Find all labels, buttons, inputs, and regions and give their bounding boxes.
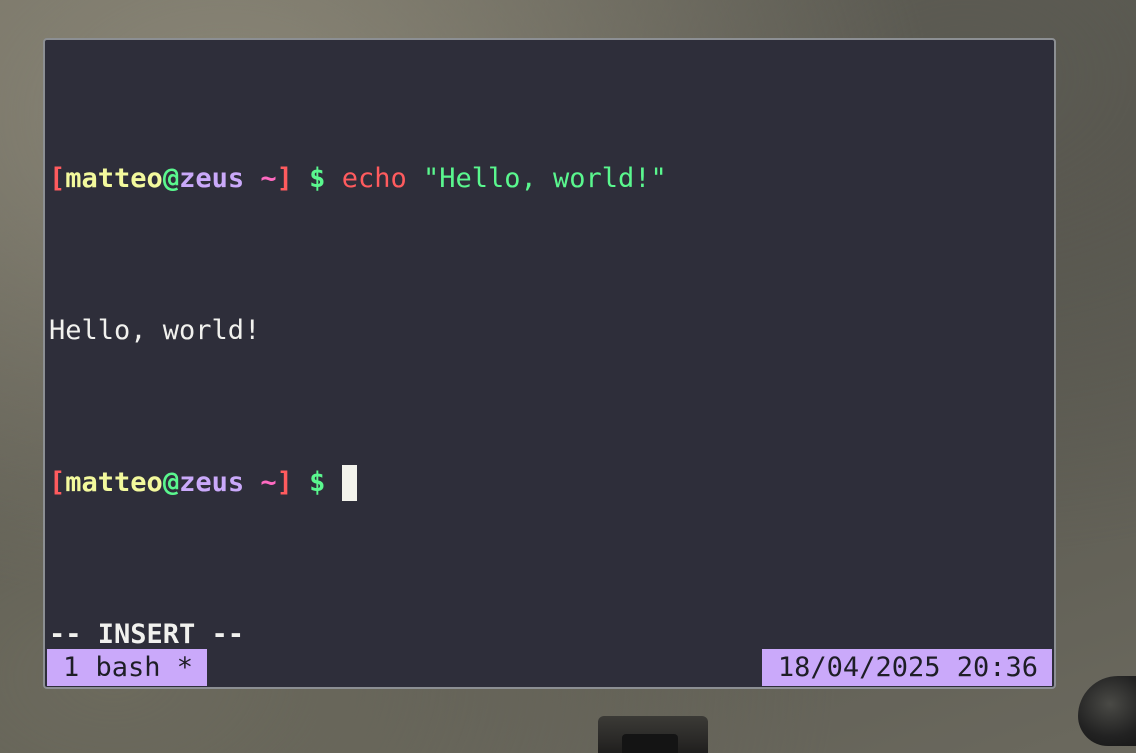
wallpaper-decoration (598, 716, 708, 753)
prompt-at: @ (162, 467, 180, 498)
text-cursor[interactable] (341, 465, 357, 501)
prompt-dir: ~ (244, 467, 277, 498)
prompt-symbol: $ (309, 467, 326, 498)
prompt-open-bracket: [ (49, 467, 66, 498)
prompt-open-bracket: [ (49, 163, 66, 194)
command-name: echo (341, 163, 407, 194)
prompt-symbol: $ (309, 163, 326, 194)
command-line: [matteo @ zeus ~] $ echo "Hello, world!" (49, 160, 1050, 198)
terminal-window[interactable]: [matteo @ zeus ~] $ echo "Hello, world!" H… (43, 38, 1056, 689)
prompt-host: zeus (179, 467, 245, 498)
prompt-user: matteo (65, 163, 163, 194)
command-output: Hello, world! (49, 315, 261, 346)
output-line: Hello, world! (49, 312, 1050, 350)
prompt-dir: ~ (244, 163, 277, 194)
wallpaper-decoration-right (1078, 676, 1136, 746)
terminal-body[interactable]: [matteo @ zeus ~] $ echo "Hello, world!" H… (49, 46, 1050, 687)
prompt-close-bracket: ] (276, 467, 293, 498)
prompt-host: zeus (179, 163, 245, 194)
status-datetime: 18/04/2025 20:36 (761, 649, 1052, 686)
prompt-user: matteo (65, 467, 163, 498)
prompt-at: @ (162, 163, 180, 194)
input-line[interactable]: [matteo @ zeus ~] $ (49, 464, 1050, 502)
command-argument: "Hello, world!" (422, 163, 667, 194)
tmux-window-tab[interactable]: 1 bash * (47, 649, 208, 686)
prompt-close-bracket: ] (276, 163, 293, 194)
